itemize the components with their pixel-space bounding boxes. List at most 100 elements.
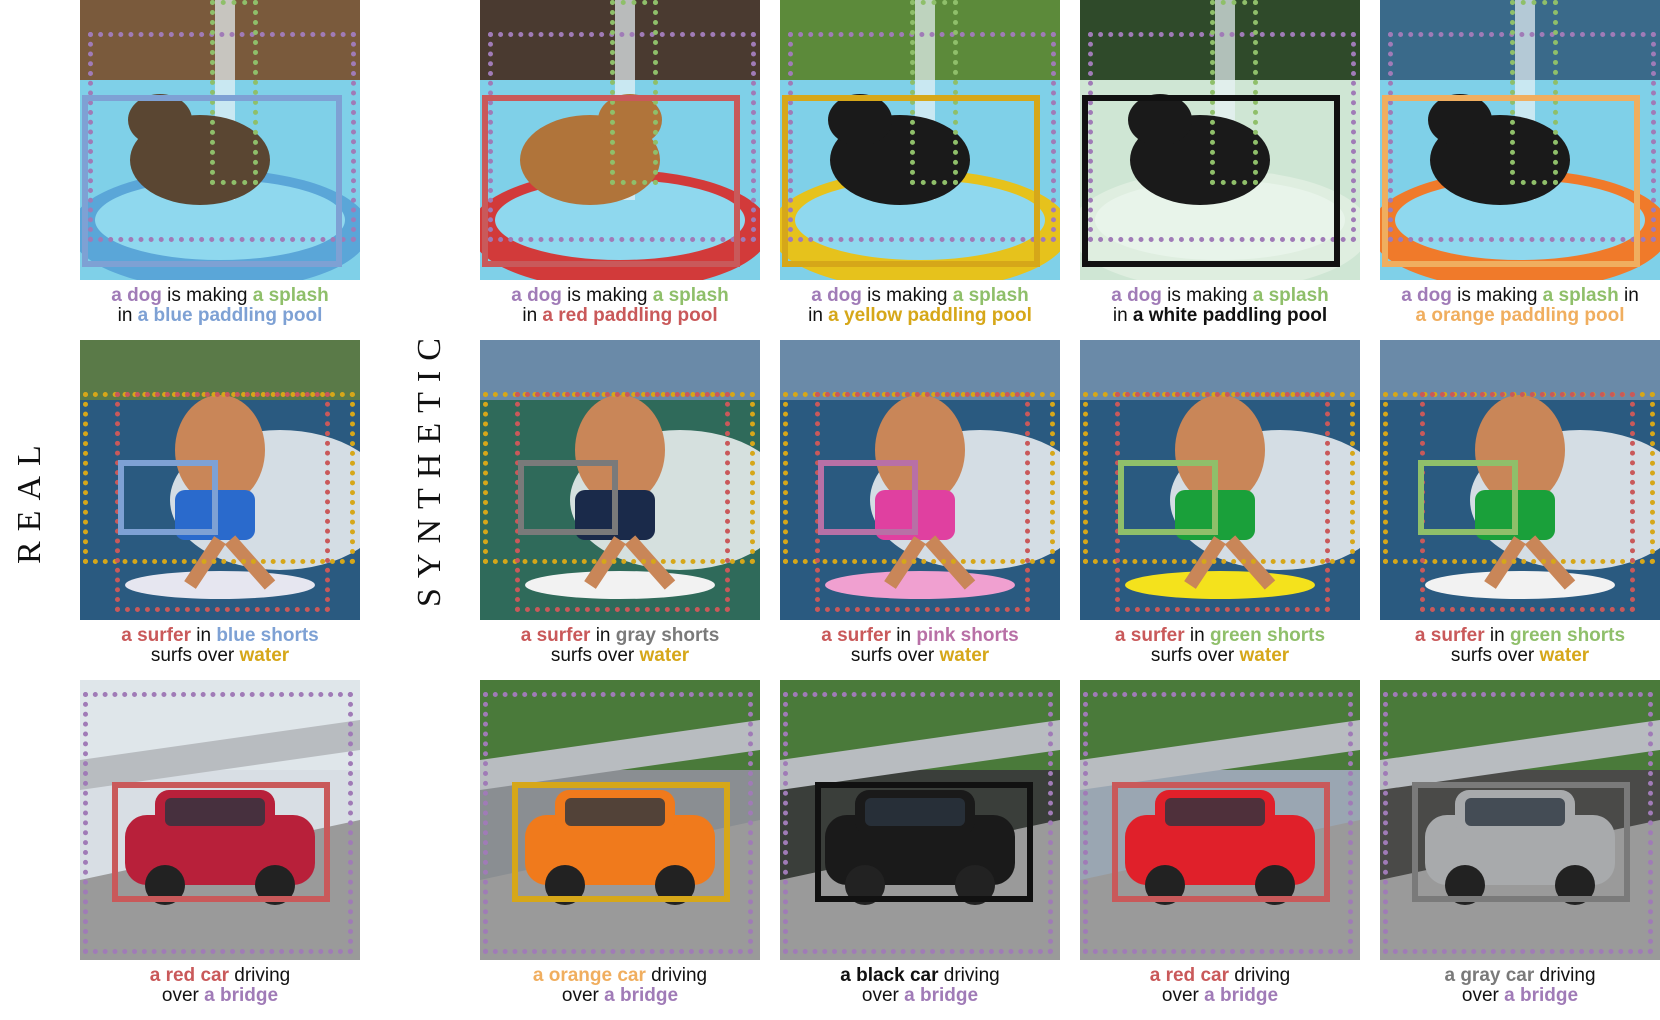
- figure-cell: a red car driving over a bridge: [80, 680, 360, 1006]
- figure-cell: a surfer in blue shorts surfs over water: [80, 340, 360, 666]
- bounding-box: [118, 460, 218, 535]
- caption-phrase: a bridge: [204, 985, 279, 1006]
- caption-line: over a bridge: [780, 986, 1060, 1006]
- figure-cell: a surfer in pink shorts surfs over water: [780, 340, 1060, 666]
- figure-cell: a dog is making a splash in a blue paddli…: [80, 0, 360, 326]
- caption-text: driving: [645, 965, 708, 986]
- caption-text: in: [1112, 305, 1133, 326]
- caption-text: over: [561, 985, 605, 1006]
- caption-line: a black car driving: [780, 966, 1060, 986]
- caption-text: in: [590, 625, 616, 646]
- figure-image: [1380, 0, 1660, 280]
- caption-text: surfs over: [1150, 645, 1240, 666]
- bounding-box: [782, 95, 1040, 267]
- caption-line: a orange car driving: [480, 966, 760, 986]
- caption-phrase: a surfer: [121, 625, 191, 646]
- figure-image: [480, 680, 760, 960]
- bounding-box: [1418, 460, 1518, 535]
- caption-phrase: a bridge: [604, 985, 679, 1006]
- synthetic-label: SYNTHETIC: [411, 328, 448, 607]
- caption-line: surfs over water: [1080, 646, 1360, 666]
- bounding-box: [482, 95, 740, 267]
- caption: a dog is making a splash in a orange padd…: [1380, 286, 1660, 326]
- caption: a dog is making a splash in a blue paddli…: [80, 286, 360, 326]
- caption-phrase: a splash: [1542, 285, 1619, 306]
- caption-phrase: a splash: [1252, 285, 1329, 306]
- caption-line: surfs over water: [780, 646, 1060, 666]
- caption-text: is making: [1161, 285, 1253, 306]
- caption-text: surfs over: [150, 645, 240, 666]
- caption-text: over: [161, 985, 205, 1006]
- caption-phrase: a bridge: [1204, 985, 1279, 1006]
- caption-phrase: water: [939, 645, 990, 666]
- bounding-box: [518, 460, 618, 535]
- caption: a black car driving over a bridge: [780, 966, 1060, 1006]
- caption-line: a dog is making a splash: [80, 286, 360, 306]
- bounding-box: [818, 460, 918, 535]
- caption: a red car driving over a bridge: [1080, 966, 1360, 1006]
- caption-text: in: [890, 625, 917, 646]
- figure-cell: a dog is making a splash in a red paddlin…: [480, 0, 760, 326]
- caption-text: in: [117, 305, 138, 326]
- caption-phrase: green shorts: [1209, 625, 1326, 646]
- caption-line: a dog is making a splash in: [1380, 286, 1660, 306]
- caption-phrase: a orange paddling pool: [1415, 305, 1625, 326]
- caption-text: is making: [861, 285, 953, 306]
- figure-image: [1080, 340, 1360, 620]
- caption: a surfer in green shorts surfs over water: [1380, 626, 1660, 666]
- figure-cell: a surfer in green shorts surfs over water: [1380, 340, 1660, 666]
- caption: a surfer in blue shorts surfs over water: [80, 626, 360, 666]
- caption: a orange car driving over a bridge: [480, 966, 760, 1006]
- caption-line: a red car driving: [1080, 966, 1360, 986]
- caption-phrase: a surfer: [1114, 625, 1185, 646]
- figure-image: [780, 680, 1060, 960]
- figure-image: [1080, 680, 1360, 960]
- bounding-box: [1382, 95, 1640, 267]
- figure-cell: a dog is making a splash in a yellow padd…: [780, 0, 1060, 326]
- caption-line: in a yellow paddling pool: [780, 306, 1060, 326]
- caption-phrase: pink shorts: [916, 625, 1019, 646]
- caption-line: in a blue paddling pool: [80, 306, 360, 326]
- caption-text: in: [1618, 285, 1639, 306]
- caption-text: surfs over: [1450, 645, 1540, 666]
- caption-phrase: water: [639, 645, 690, 666]
- figure-cell: a dog is making a splash in a orange padd…: [1380, 0, 1660, 326]
- figure-cell: a orange car driving over a bridge: [480, 680, 760, 1006]
- caption-phrase: a red car: [149, 965, 229, 986]
- caption-text: over: [861, 985, 905, 1006]
- caption-line: over a bridge: [80, 986, 360, 1006]
- figure-image: [80, 680, 360, 960]
- figure-cell: a surfer in green shorts surfs over water: [1080, 340, 1360, 666]
- caption: a dog is making a splash in a white paddl…: [1080, 286, 1360, 326]
- caption: a red car driving over a bridge: [80, 966, 360, 1006]
- caption-line: over a bridge: [1380, 986, 1660, 1006]
- caption-text: in: [1484, 625, 1510, 646]
- caption-text: is making: [161, 285, 253, 306]
- caption-phrase: a surfer: [1414, 625, 1485, 646]
- caption-line: a dog is making a splash: [480, 286, 760, 306]
- caption-phrase: a bridge: [1504, 985, 1579, 1006]
- caption-phrase: water: [1539, 645, 1590, 666]
- caption-text: surfs over: [850, 645, 940, 666]
- bounding-box: [1112, 782, 1330, 902]
- caption-line: a surfer in green shorts: [1380, 626, 1660, 646]
- caption-phrase: a surfer: [520, 625, 591, 646]
- caption-text: driving: [1228, 965, 1291, 986]
- caption: a surfer in gray shorts surfs over water: [480, 626, 760, 666]
- caption-text: in: [190, 625, 217, 646]
- bounding-box: [1082, 95, 1340, 267]
- caption-phrase: blue shorts: [216, 625, 319, 646]
- figure-cell: a surfer in gray shorts surfs over water: [480, 340, 760, 666]
- bounding-box: [512, 782, 730, 902]
- caption-phrase: a dog: [1401, 285, 1452, 306]
- caption-phrase: a splash: [952, 285, 1029, 306]
- caption-phrase: a blue paddling pool: [137, 305, 323, 326]
- caption-phrase: a black car: [840, 965, 939, 986]
- caption-phrase: a yellow paddling pool: [828, 305, 1032, 326]
- caption-phrase: a surfer: [821, 625, 891, 646]
- caption-line: a surfer in pink shorts: [780, 626, 1060, 646]
- caption-text: driving: [938, 965, 1000, 986]
- caption-phrase: a orange car: [532, 965, 646, 986]
- figure-image: [80, 340, 360, 620]
- caption-line: a surfer in gray shorts: [480, 626, 760, 646]
